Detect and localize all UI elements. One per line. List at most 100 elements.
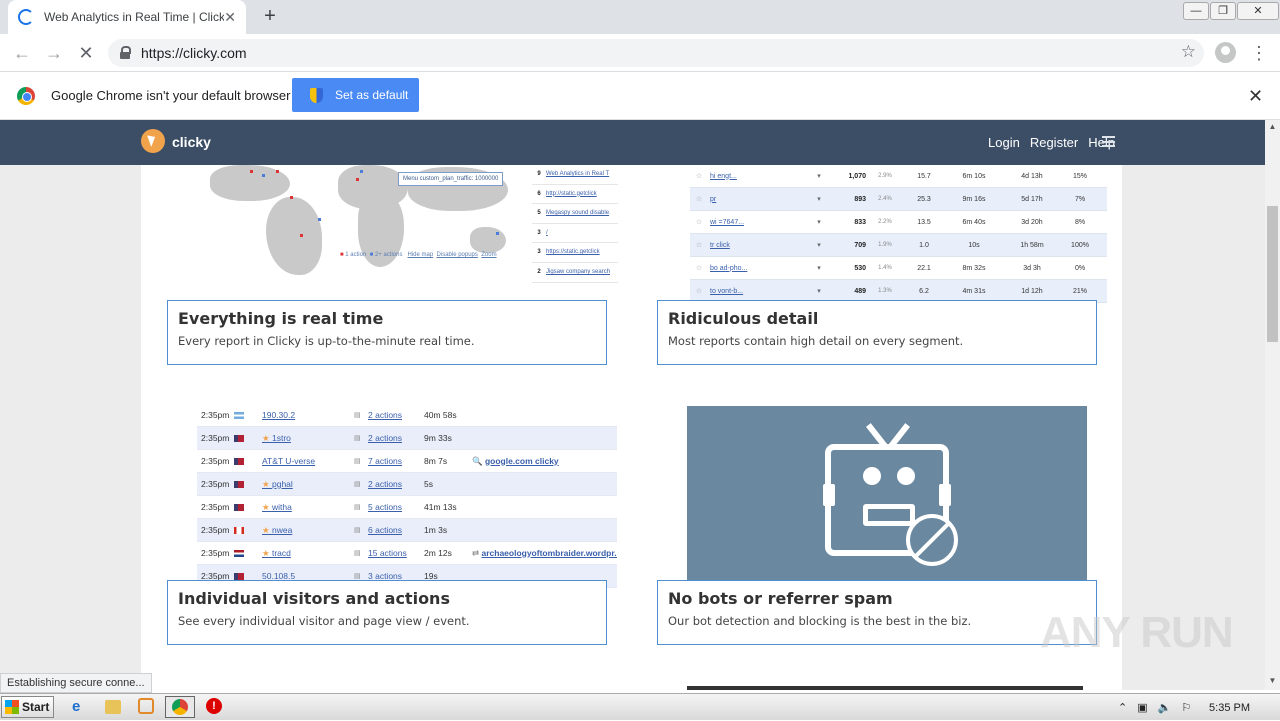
card-real-time: Everything is real time Every report in …: [167, 300, 607, 365]
forward-icon[interactable]: →: [41, 40, 67, 66]
flag-icon: [234, 504, 244, 512]
system-tray: ⌃ ▣ 🔈 ⚐ 5:35 PM: [1108, 694, 1280, 721]
window-controls: — ❐ ✕: [1182, 2, 1279, 20]
antivirus-icon[interactable]: !: [206, 698, 222, 714]
card-text: Every report in Clicky is up-to-the-minu…: [178, 334, 475, 348]
internet-explorer-icon[interactable]: e: [72, 698, 92, 716]
star-icon[interactable]: ☆: [690, 172, 704, 180]
list-item[interactable]: 2 Jigsaw company search: [532, 263, 618, 283]
hide-map-link[interactable]: Hide map: [408, 252, 434, 258]
table-row[interactable]: 2:35pm ★ 1stro ▤ 2 actions 9m 33s: [197, 427, 617, 450]
disable-popups-link[interactable]: Disable popups: [437, 252, 478, 258]
table-row[interactable]: ☆ bo ad-pho... ▾ 530 1.4% 22.1 8m 32s 3d 3h 0%: [690, 257, 1107, 280]
chrome-logo-icon: [17, 87, 35, 105]
dropdown-icon[interactable]: ▾: [812, 218, 826, 226]
actions-icon: ▤: [354, 504, 361, 511]
volume-icon[interactable]: 🔈: [1158, 701, 1172, 714]
table-row[interactable]: 2:35pm ★ nwea ▤ 6 actions 1m 3s: [197, 519, 617, 542]
header-nav: Login Register Help: [988, 135, 1115, 150]
actions-icon: ▤: [354, 412, 361, 419]
tab-close-icon[interactable]: ✕: [224, 9, 236, 26]
visitors-table: 2:35pm 190.30.2 ▤ 2 actions 40m 58s 2:35pm ★ …: [197, 404, 617, 588]
table-row[interactable]: 2:35pm ★ witha ▤ 5 actions 41m 13s: [197, 496, 617, 519]
star-icon[interactable]: ☆: [690, 241, 704, 249]
list-item[interactable]: 5 Megaspy sound disable: [532, 204, 618, 224]
page-scrollbar[interactable]: ▲ ▼: [1265, 120, 1280, 690]
infobar-close-icon[interactable]: ✕: [1248, 86, 1263, 107]
map-pin: [356, 178, 359, 181]
browser-tab[interactable]: Web Analytics in Real Time | Clicky ✕: [8, 0, 246, 34]
star-icon[interactable]: ☆: [690, 287, 704, 295]
next-section-preview: [687, 686, 1083, 690]
clicky-logo-icon[interactable]: [141, 129, 165, 153]
card-title: Individual visitors and actions: [178, 589, 450, 608]
map-australia: [470, 227, 506, 253]
brand-name[interactable]: clicky: [172, 134, 211, 150]
start-button[interactable]: Start: [1, 696, 54, 718]
list-item[interactable]: 6 http://static.getclick: [532, 185, 618, 205]
address-bar[interactable]: https://clicky.com ☆: [108, 39, 1204, 67]
map-pin: [276, 170, 279, 173]
table-row[interactable]: 2:35pm ★ tracd ▤ 15 actions 2m 12s ⇄ archaeol…: [197, 542, 617, 565]
new-tab-button[interactable]: +: [259, 4, 281, 28]
browser-menu-icon[interactable]: ⋮: [1250, 42, 1268, 64]
register-link[interactable]: Register: [1030, 135, 1078, 150]
robot-mouth: [863, 504, 915, 526]
list-item[interactable]: 9 Web Analytics in Real T: [532, 165, 618, 185]
action-center-flag-icon[interactable]: ⚐: [1181, 701, 1191, 714]
chrome-taskbar-button[interactable]: [165, 696, 195, 718]
table-row[interactable]: ☆ pr ▾ 893 2.4% 25.3 9m 16s 5d 17h 7%: [690, 188, 1107, 211]
lock-icon[interactable]: [120, 46, 131, 59]
map-pin: [290, 196, 293, 199]
flag-icon: [234, 458, 244, 466]
network-icon[interactable]: ▣: [1137, 701, 1147, 714]
list-item[interactable]: 3/: [532, 224, 618, 244]
zoom-link[interactable]: Zoom: [481, 252, 496, 258]
card-text: Our bot detection and blocking is the be…: [668, 614, 972, 628]
set-as-default-button[interactable]: Set as default: [292, 78, 419, 112]
dropdown-icon[interactable]: ▾: [812, 172, 826, 180]
close-window-button[interactable]: ✕: [1237, 2, 1279, 20]
scroll-down-icon[interactable]: ▼: [1267, 676, 1278, 688]
page-viewport: clicky Login Register Help Menu custom_p…: [0, 120, 1265, 690]
star-icon[interactable]: ☆: [690, 195, 704, 203]
login-link[interactable]: Login: [988, 135, 1020, 150]
robot-ear: [939, 484, 951, 506]
clock[interactable]: 5:35 PM: [1209, 702, 1250, 714]
browser-toolbar: ← → ✕ https://clicky.com ☆: [0, 34, 1280, 72]
tray-expand-icon[interactable]: ⌃: [1118, 701, 1127, 714]
file-explorer-icon[interactable]: [105, 700, 121, 714]
default-browser-infobar: Google Chrome isn't your default browser…: [0, 72, 1280, 120]
url-text[interactable]: https://clicky.com: [141, 45, 247, 61]
table-row[interactable]: 2:35pm 190.30.2 ▤ 2 actions 40m 58s: [197, 404, 617, 427]
set-as-default-label: Set as default: [335, 88, 409, 102]
list-item[interactable]: 3 https://static.getclick: [532, 243, 618, 263]
star-icon[interactable]: ☆: [690, 264, 704, 272]
star-icon[interactable]: ☆: [690, 218, 704, 226]
dropdown-icon[interactable]: ▾: [812, 287, 826, 295]
table-row[interactable]: 2:35pm ★ pghal ▤ 2 actions 5s: [197, 473, 617, 496]
table-row[interactable]: ☆ tr click ▾ 709 1.9% 1.0 10s 1h 58m 100%: [690, 234, 1107, 257]
bookmark-star-icon[interactable]: ☆: [1181, 42, 1196, 62]
table-row[interactable]: ☆ hi engt... ▾ 1,070 2.9% 15.7 6m 10s 4d 13h 15%: [690, 165, 1107, 188]
table-row[interactable]: 2:35pm AT&T U-verse ▤ 7 actions 8m 7s 🔍 googl…: [197, 450, 617, 473]
flag-icon: [234, 481, 244, 489]
media-player-icon[interactable]: [138, 698, 154, 714]
dropdown-icon[interactable]: ▾: [812, 241, 826, 249]
referrer-cell[interactable]: ⇄ archaeologyoftombraider.wordpr...: [472, 548, 617, 559]
chrome-icon: [172, 699, 188, 715]
scrollbar-thumb[interactable]: [1267, 206, 1278, 342]
hamburger-menu-icon[interactable]: [1102, 136, 1115, 147]
restore-button[interactable]: ❐: [1210, 2, 1236, 20]
scroll-up-icon[interactable]: ▲: [1267, 122, 1278, 134]
dropdown-icon[interactable]: ▾: [812, 264, 826, 272]
back-icon[interactable]: ←: [9, 40, 35, 66]
minimize-button[interactable]: —: [1183, 2, 1209, 20]
robot-ear: [823, 484, 835, 506]
profile-avatar-icon[interactable]: [1215, 42, 1236, 63]
table-row[interactable]: ☆ wi =7647... ▾ 833 2.2% 13.5 6m 40s 3d 20h 8%: [690, 211, 1107, 234]
dropdown-icon[interactable]: ▾: [812, 195, 826, 203]
stop-loading-icon[interactable]: ✕: [73, 40, 99, 66]
referrer-cell[interactable]: 🔍 google.com clicky: [472, 456, 617, 467]
robot-eye: [897, 467, 915, 485]
